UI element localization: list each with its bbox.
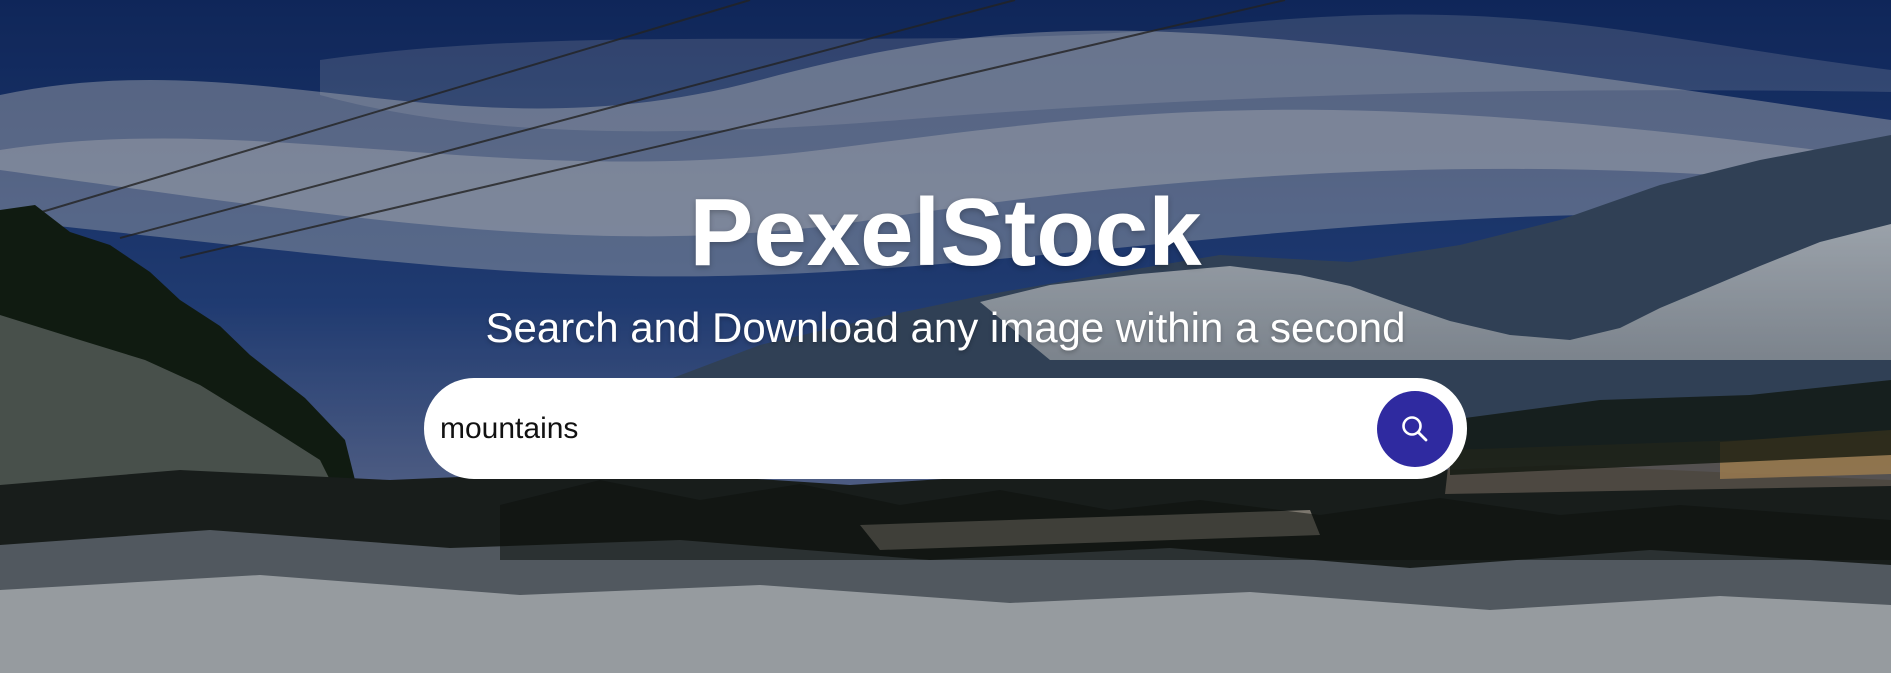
page-subtitle: Search and Download any image within a s… [485, 304, 1406, 351]
search-bar [424, 378, 1467, 479]
page-title: PexelStock [689, 179, 1202, 286]
hero-content: PexelStock Search and Download any image… [0, 0, 1891, 673]
hero-section: PexelStock Search and Download any image… [0, 0, 1891, 673]
search-input[interactable] [440, 398, 1377, 459]
search-icon [1402, 415, 1428, 441]
search-button[interactable] [1377, 390, 1453, 467]
